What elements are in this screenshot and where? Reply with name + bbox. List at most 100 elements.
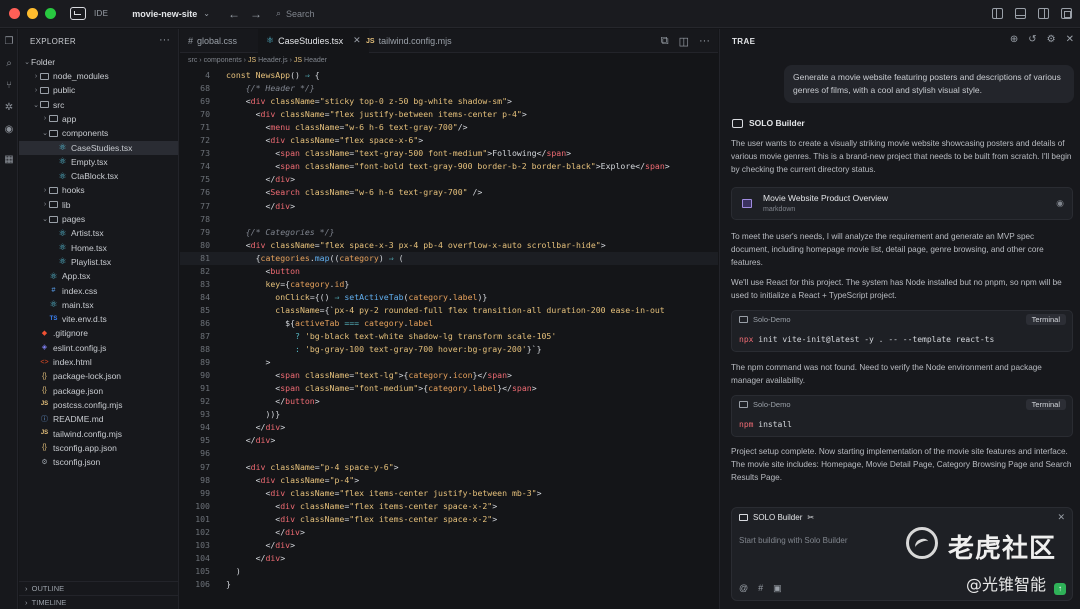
tree-item[interactable]: › app [19, 112, 178, 126]
breadcrumb-item[interactable]: Header.js [258, 57, 288, 64]
tab-global-css[interactable]: # global.css [180, 29, 245, 53]
maximize-window-button[interactable] [45, 8, 56, 19]
tree-item[interactable]: ⚙ tsconfig.json [19, 455, 178, 469]
tree-item[interactable]: ⚛ App.tsx [19, 269, 178, 283]
code-line[interactable]: 101 <div className="flex items-center sp… [180, 513, 718, 526]
tree-item[interactable]: › node_modules [19, 69, 178, 83]
breadcrumb-item[interactable]: src [188, 57, 197, 64]
hashtag-icon[interactable]: # [758, 583, 763, 594]
code-line[interactable]: 100 <div className="flex items-center sp… [180, 500, 718, 513]
code-line[interactable]: 86 ${activeTab === category.label [180, 317, 718, 330]
code-line[interactable]: 88 : 'bg-gray-100 text-gray-700 hover:bg… [180, 343, 718, 356]
terminal-card[interactable]: Solo-Demo Terminal npm install [731, 395, 1073, 437]
code-line[interactable]: 80 <div className="flex space-x-3 px-4 p… [180, 239, 718, 252]
code-line[interactable]: 89 > [180, 356, 718, 369]
code-line[interactable]: 97 <div className="p-4 space-y-6"> [180, 461, 718, 474]
more-icon[interactable]: ··· [159, 34, 170, 46]
history-icon[interactable]: ↺ [1028, 34, 1036, 45]
settings-gear-icon[interactable]: ⚙ [1047, 34, 1056, 45]
close-window-button[interactable] [9, 8, 20, 19]
debug-icon[interactable]: ✲ [4, 103, 14, 113]
mention-icon[interactable]: @ [739, 583, 748, 594]
toggle-panel-icon[interactable] [1015, 8, 1026, 19]
search-box[interactable]: ⌕ Search [276, 8, 315, 19]
document-card[interactable]: Movie Website Product Overview markdown … [731, 187, 1073, 220]
forward-arrow-icon[interactable]: → [250, 7, 262, 21]
code-line[interactable]: 73 <span className="text-gray-500 font-m… [180, 147, 718, 160]
more-icon[interactable]: ··· [699, 35, 710, 48]
tree-item[interactable]: <> index.html [19, 355, 178, 369]
code-line[interactable]: 94 </div> [180, 421, 718, 434]
toggle-right-panel-icon[interactable] [1038, 8, 1049, 19]
tree-item[interactable]: JS postcss.config.mjs [19, 398, 178, 412]
code-line[interactable]: 68 {/* Header */} [180, 82, 718, 95]
tree-item[interactable]: ⌄ pages [19, 212, 178, 226]
tree-item[interactable]: ⚛ CaseStudies.tsx [19, 140, 178, 155]
code-line[interactable]: 92 </button> [180, 395, 718, 408]
minimize-window-button[interactable] [27, 8, 38, 19]
send-button[interactable]: ↑ [1054, 583, 1066, 595]
tree-item[interactable]: ◈ eslint.config.js [19, 341, 178, 355]
split-editor-icon[interactable]: ◫ [679, 35, 689, 48]
tree-item[interactable]: ⚛ main.tsx [19, 298, 178, 312]
tree-item[interactable]: {} package.json [19, 384, 178, 398]
project-name[interactable]: movie-new-site [132, 9, 197, 19]
code-line[interactable]: 87 ? 'bg-black text-white shadow-lg tran… [180, 330, 718, 343]
tree-item[interactable]: ⌄ src [19, 98, 178, 112]
search-icon[interactable]: ⌕ [4, 59, 14, 69]
tree-item[interactable]: ⚛ Empty.tsx [19, 155, 178, 169]
chat-input[interactable] [739, 536, 919, 545]
chevron-down-icon[interactable]: ⌄ [203, 9, 210, 18]
code-line[interactable]: 102 </div> [180, 526, 718, 539]
tools-icon[interactable]: ✂ [807, 513, 814, 522]
code-line[interactable]: 103 </div> [180, 539, 718, 552]
code-line[interactable]: 85 className={`px-4 py-2 rounded-full fl… [180, 304, 718, 317]
code-line[interactable]: 91 <span className="font-medium">{catego… [180, 382, 718, 395]
back-arrow-icon[interactable]: ← [228, 7, 240, 21]
tree-item[interactable]: ⓘ README.md [19, 412, 178, 426]
tree-item[interactable]: {} tsconfig.app.json [19, 441, 178, 455]
tree-root[interactable]: ⌄ Folder [19, 55, 178, 69]
tree-item[interactable]: › hooks [19, 183, 178, 197]
code-line[interactable]: 93 ))} [180, 408, 718, 421]
tree-item[interactable]: # index.css [19, 284, 178, 298]
code-line[interactable]: 71 <menu className="w-6 h-6 text-gray-70… [180, 121, 718, 134]
code-line[interactable]: 95 </div> [180, 434, 718, 447]
tab-casestudies-tsx[interactable]: ⚛ CaseStudies.tsx ✕ [258, 29, 369, 53]
close-icon[interactable]: ✕ [1066, 34, 1074, 45]
image-icon[interactable]: ▣ [773, 583, 782, 594]
breadcrumb-item[interactable]: components [204, 57, 242, 64]
tree-item[interactable]: › public [19, 83, 178, 97]
tree-item[interactable]: ⚛ Playlist.tsx [19, 255, 178, 269]
remote-icon[interactable]: ◉ [4, 125, 14, 135]
tree-item[interactable]: ⚛ CtaBlock.tsx [19, 169, 178, 183]
breadcrumb-item[interactable]: Header [304, 57, 327, 64]
code-line[interactable]: 69 <div className="sticky top-0 z-50 bg-… [180, 95, 718, 108]
tree-item[interactable]: TS vite.env.d.ts [19, 312, 178, 326]
toggle-sidebar-icon[interactable] [992, 8, 1003, 19]
terminal-button[interactable]: Terminal [1025, 314, 1066, 325]
tree-item[interactable]: ⚛ Home.tsx [19, 241, 178, 255]
tree-item[interactable]: ⌄ components [19, 126, 178, 140]
code-line[interactable]: 72 <div className="flex space-x-6"> [180, 134, 718, 147]
code-line[interactable]: 84 onClick={() ⇒ setActiveTab(category.l… [180, 291, 718, 304]
source-control-icon[interactable]: ⑂ [4, 81, 14, 91]
code-line[interactable]: 70 <div className="flex justify-between … [180, 108, 718, 121]
code-line[interactable]: 96 [180, 447, 718, 460]
code-line[interactable]: 4 const NewsApp() ⇒ { [180, 69, 718, 82]
tree-item[interactable]: › lib [19, 198, 178, 212]
outline-section[interactable]: › OUTLINE [19, 581, 178, 594]
code-line[interactable]: 104 </div> [180, 552, 718, 565]
tree-item[interactable]: ◆ .gitignore [19, 326, 178, 340]
new-chat-icon[interactable]: ⊕ [1010, 34, 1018, 45]
code-line[interactable]: 105 ) [180, 565, 718, 578]
code-line[interactable]: 81 {categories.map((category) ⇒ ( [180, 251, 718, 265]
code-line[interactable]: 77 </div> [180, 200, 718, 213]
code-line[interactable]: 79 {/* Categories */} [180, 226, 718, 239]
open-changes-icon[interactable]: ⧉ [661, 35, 669, 48]
code-line[interactable]: 76 <Search className="w-6 h-6 text-gray-… [180, 186, 718, 199]
code-line[interactable]: 106} [180, 578, 718, 591]
preview-eye-icon[interactable]: ◉ [1056, 198, 1064, 209]
code-line[interactable]: 99 <div className="flex items-center jus… [180, 487, 718, 500]
code-line[interactable]: 90 <span className="text-lg">{category.i… [180, 369, 718, 382]
